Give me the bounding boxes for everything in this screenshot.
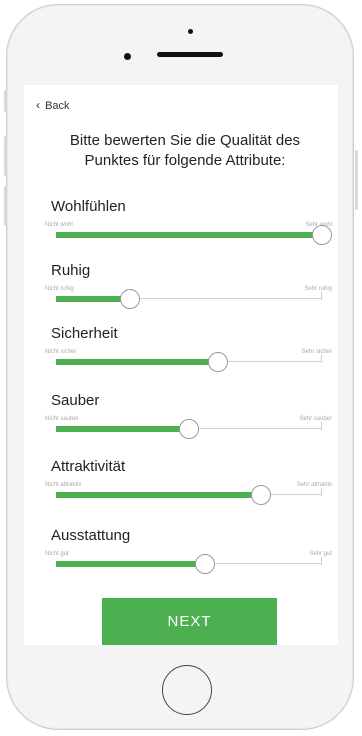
rating-row: WohlfühlenNicht wohlSehr wohl [0, 198, 362, 254]
min-label: Nicht ruhig [45, 286, 74, 292]
slider-end-tick [321, 488, 322, 496]
page-title: Bitte bewerten Sie die Qualität des Punk… [30, 131, 340, 171]
min-label: Nicht wohl [45, 222, 73, 228]
slider-end-tick [321, 355, 322, 363]
max-label: Sehr attraktiv [296, 482, 332, 488]
title-line-1: Bitte bewerten Sie die Qualität des [69, 132, 301, 149]
rating-row: Ausstattung Nicht gut Sehr gut [0, 527, 362, 583]
rating-row: Ruhig Nicht ruhig Sehr ruhig [0, 262, 362, 318]
slider-thumb[interactable] [208, 352, 229, 372]
max-label: Sehr sauber [299, 416, 332, 422]
earpiece-speaker [157, 52, 223, 57]
min-label: Nicht gut [45, 551, 69, 557]
rating-row: Sicherheit Nicht sicher Sehr sicher [0, 325, 362, 381]
slider-thumb[interactable] [194, 554, 215, 574]
slider-fill [56, 492, 261, 498]
slider-end-tick [321, 292, 322, 300]
slider-thumb[interactable] [120, 289, 141, 309]
phone-volume-up [4, 136, 7, 176]
attribute-label: Attraktivität [51, 458, 126, 475]
home-button[interactable] [162, 665, 212, 715]
proximity-sensor [188, 29, 193, 34]
min-label: Nicht sauber [45, 416, 79, 422]
slider-end-tick [321, 422, 322, 430]
front-camera [124, 53, 131, 60]
attribute-label: Ruhig [51, 262, 91, 279]
max-label: Sehr ruhig [304, 286, 332, 292]
attribute-label: Sauber [51, 392, 100, 409]
slider-fill [56, 359, 219, 365]
min-label: Nicht attraktiv [45, 482, 82, 488]
phone-side-button [4, 90, 7, 112]
slider-fill [56, 561, 205, 567]
slider-thumb[interactable] [179, 419, 199, 439]
slider-fill [56, 426, 189, 432]
next-button[interactable]: NEXT [102, 598, 277, 645]
attribute-label: Ausstattung [51, 527, 131, 544]
attribute-label: Wohlfühlen [51, 198, 126, 215]
back-label: Back [45, 100, 70, 112]
min-label: Nicht sicher [45, 349, 77, 355]
rating-row: Sauber Nicht sauber Sehr sauber [0, 392, 362, 448]
slider-fill [56, 296, 131, 302]
title-line-2: Punktes für folgende Attribute: [84, 152, 286, 169]
attribute-label: Sicherheit [51, 325, 118, 342]
slider-thumb[interactable] [312, 225, 332, 245]
slider-fill [56, 232, 322, 238]
rating-row: Attraktivität Nicht attraktiv Sehr attrakt… [0, 458, 362, 514]
back-button[interactable]: ‹ Back [36, 98, 70, 112]
slider-thumb[interactable] [250, 485, 271, 505]
slider-end-tick [321, 557, 322, 565]
max-label: Sehr sicher [301, 349, 332, 355]
chevron-left-icon: ‹ [36, 98, 40, 112]
